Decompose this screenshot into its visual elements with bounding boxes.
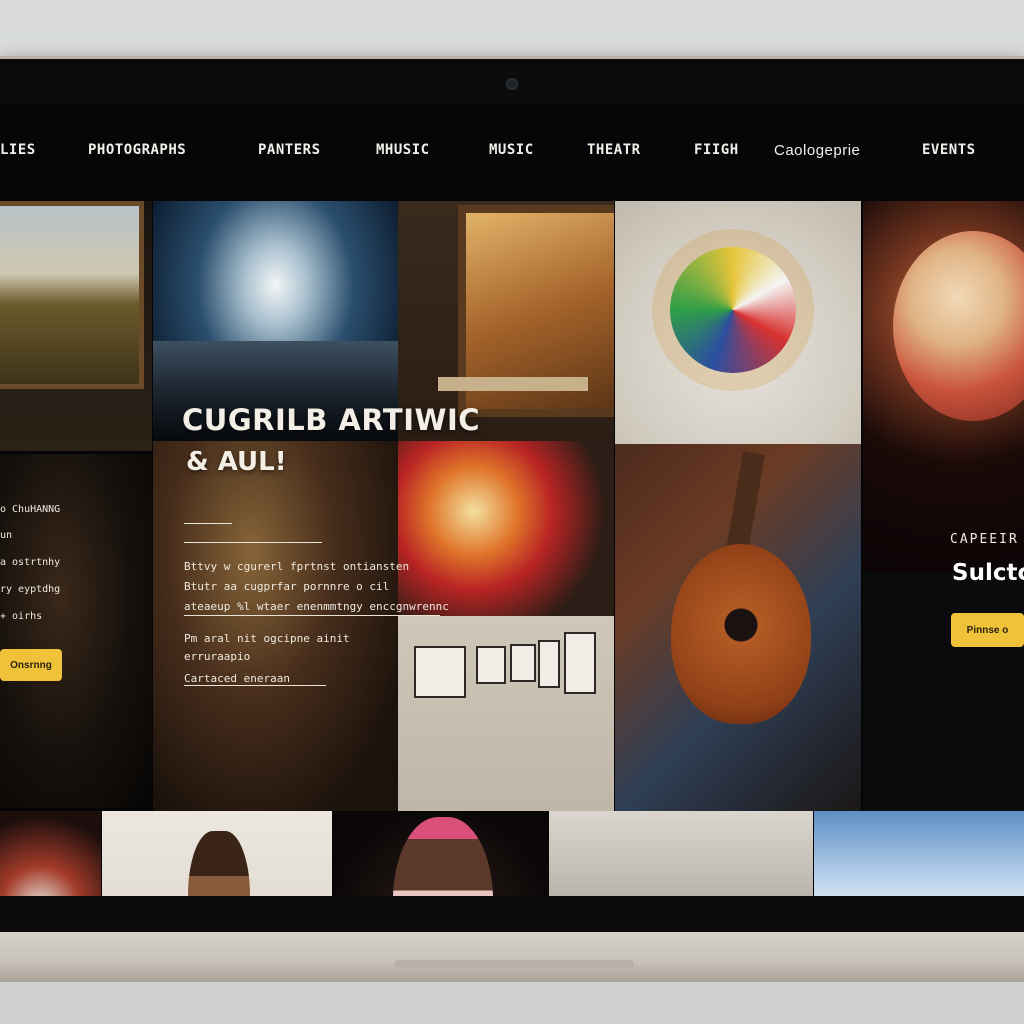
guitar-body bbox=[671, 544, 811, 724]
hero-link-underline bbox=[184, 685, 326, 686]
ballerina-figure bbox=[393, 817, 493, 896]
color-sphere bbox=[670, 247, 796, 373]
side-promo-panel bbox=[863, 572, 1024, 811]
nav-item-music[interactable]: MUSIC bbox=[489, 142, 534, 158]
nav-item-film[interactable]: FIIGH bbox=[694, 142, 739, 158]
hero-divider bbox=[184, 523, 232, 524]
gallery-frame bbox=[476, 646, 506, 684]
hero-text-line: Pm aral nit ogcipne ainit bbox=[184, 632, 350, 645]
mountain-sketch-tile[interactable] bbox=[549, 811, 813, 896]
laptop-base bbox=[0, 932, 1024, 982]
dancer-photo-tile[interactable] bbox=[102, 811, 332, 896]
hero-text-line: ateaeup %l wtaer enenmmtngy enccgnwrennc bbox=[184, 600, 449, 613]
left-panel-line: ry eyptdhg bbox=[0, 584, 61, 595]
hero-text-line: erruraapio bbox=[184, 650, 251, 663]
abstract-painting-tile[interactable] bbox=[398, 441, 614, 616]
left-panel-line: + oirhs bbox=[0, 611, 43, 622]
nav-item-events[interactable]: EVENTS bbox=[922, 142, 976, 158]
dancer-figure bbox=[188, 831, 250, 896]
hero-background bbox=[153, 441, 398, 811]
left-panel-line: a ostrtnhy bbox=[0, 557, 61, 568]
gallery-wall-tile[interactable] bbox=[398, 616, 614, 811]
sculpture-orb bbox=[893, 231, 1024, 421]
nav-item-lies[interactable]: LIES bbox=[0, 142, 36, 158]
landscape-frame bbox=[0, 201, 144, 389]
hero-divider bbox=[184, 615, 440, 616]
nav-item-mhusic[interactable]: MHUSIC bbox=[376, 142, 430, 158]
abstract-sculpture-tile[interactable] bbox=[863, 201, 1024, 571]
nav-item-theatre[interactable]: THEATR bbox=[587, 142, 641, 158]
side-panel-heading: Sulctc bbox=[952, 560, 1024, 586]
top-navigation: LIES PHOTOGRAPHS PANTERS MHUSIC MUSIC TH… bbox=[0, 104, 1024, 200]
nav-item-painters[interactable]: PANTERS bbox=[258, 142, 321, 158]
hero-title: CUGRILB ARTIWIC bbox=[182, 403, 481, 437]
mountain-lake-photo-tile[interactable] bbox=[814, 811, 1024, 896]
landscape-painting-tile[interactable] bbox=[0, 201, 152, 451]
nav-item-caologeprie[interactable]: Caologeprie bbox=[774, 142, 860, 159]
ballerina-photo-tile[interactable] bbox=[333, 811, 549, 896]
hero-divider bbox=[184, 542, 322, 543]
abstract-paint-tile[interactable] bbox=[0, 811, 101, 896]
laptop-notch bbox=[394, 960, 634, 968]
gallery-frame bbox=[510, 644, 536, 682]
painting-shelf bbox=[438, 377, 588, 391]
left-panel-line: o ChuHANNG bbox=[0, 504, 61, 515]
guitar-painting-tile[interactable] bbox=[615, 444, 861, 811]
left-cta-button[interactable]: Onsrnng bbox=[0, 649, 62, 681]
webcam-icon bbox=[506, 78, 518, 90]
hero-text-line: Bttvy w cgurerl fprtnst ontiansten bbox=[184, 560, 410, 573]
gallery-frame bbox=[564, 632, 596, 694]
side-panel-label: CAPEEIR bbox=[950, 532, 1019, 547]
nav-item-photographs[interactable]: PHOTOGRAPHS bbox=[88, 142, 186, 158]
screen: LIES PHOTOGRAPHS PANTERS MHUSIC MUSIC TH… bbox=[0, 104, 1024, 896]
gallery-frame bbox=[538, 640, 560, 688]
gallery-frame bbox=[414, 646, 466, 698]
hero-subtitle: & AUL! bbox=[186, 447, 287, 477]
hero-text-line: Btutr aa cugprfar pornnre o cil bbox=[184, 580, 390, 593]
left-panel-line: un bbox=[0, 530, 13, 541]
hero-link[interactable]: Cartaced eneraan bbox=[184, 672, 290, 685]
side-cta-button[interactable]: Pinnse o bbox=[951, 613, 1024, 647]
